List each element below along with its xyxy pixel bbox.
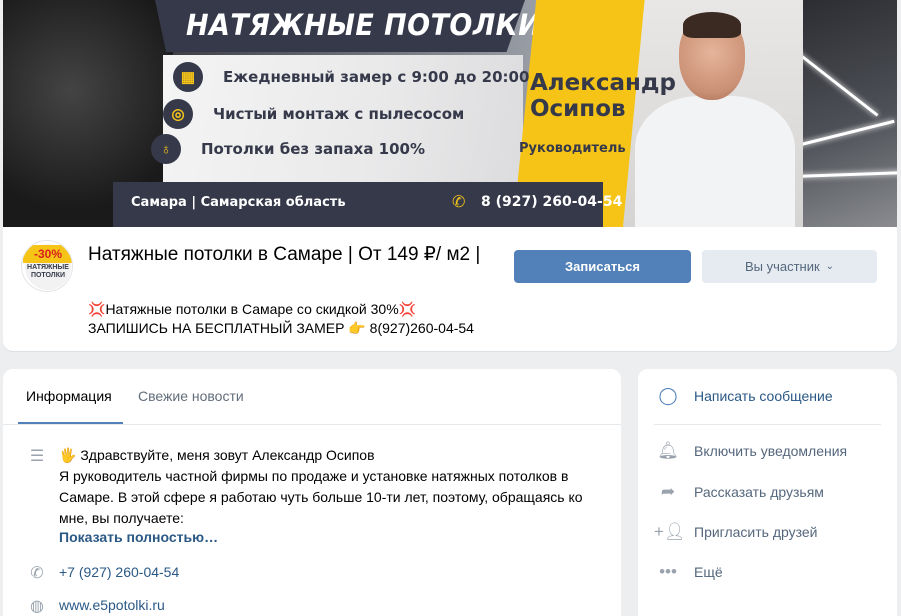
- wave-hand-emoji-icon: 🖐: [59, 447, 77, 463]
- share-with-friends-button[interactable]: ➦ Рассказать друзьям: [638, 475, 897, 509]
- description-text: Я руководитель частной фирмы по продаже …: [59, 468, 583, 526]
- pointing-emoji-icon: 👉: [348, 320, 366, 336]
- active-tab-indicator: [18, 422, 123, 424]
- flask-icon: ♁: [151, 134, 181, 164]
- write-message-button[interactable]: ◯ Написать сообщение: [638, 379, 897, 413]
- website-link[interactable]: www.e5potolki.ru: [59, 597, 165, 613]
- actions-card: ◯ Написать сообщение 🔔︎ Включить уведомл…: [638, 369, 897, 616]
- vacuum-icon: ◎: [163, 99, 193, 129]
- tab-info[interactable]: Информация: [26, 388, 112, 404]
- more-icon: •••: [659, 562, 677, 581]
- show-more-link[interactable]: Показать полностью…: [59, 529, 218, 545]
- more-button[interactable]: ••• Ещё: [638, 555, 897, 589]
- cover-city: Самара | Самарская область: [131, 195, 346, 210]
- info-card: Информация Свежие новости ☰ 🖐 Здравствуй…: [3, 369, 621, 616]
- enable-notifications-button[interactable]: 🔔︎ Включить уведомления: [638, 434, 897, 468]
- member-dropdown-button[interactable]: Вы участник ⌄: [702, 250, 877, 283]
- cover-image: НАТЯЖНЫЕ ПОТОЛКИ ▦ Ежедневный замер с 9:…: [3, 0, 897, 227]
- share-icon: ➦: [660, 482, 676, 501]
- invite-friends-button[interactable]: +👤︎ Пригласить друзей: [638, 515, 897, 549]
- divider: [654, 424, 881, 425]
- community-status-line: ЗАПИШИСЬ НА БЕСПЛАТНЫЙ ЗАМЕР 👉 8(927)260…: [88, 320, 474, 336]
- community-avatar[interactable]: -30% НАТЯЖНЫЕ ПОТОЛКИ: [21, 240, 73, 292]
- bell-icon: 🔔︎: [657, 441, 679, 460]
- cover-feature: ◎ Чистый монтаж с пылесосом: [163, 99, 464, 129]
- phone-icon: ✆: [452, 194, 466, 211]
- subscribe-button[interactable]: Записаться: [514, 250, 691, 283]
- cover-person-role: Руководитель: [519, 141, 626, 156]
- community-header-card: НАТЯЖНЫЕ ПОТОЛКИ ▦ Ежедневный замер с 9:…: [3, 0, 897, 351]
- cover-person-name: Александр Осипов: [530, 70, 676, 122]
- community-title: Натяжные потолки в Самаре | От 149 ₽/ м2…: [88, 244, 481, 265]
- add-user-icon: +👤︎: [654, 522, 686, 541]
- globe-icon: ◍: [30, 598, 44, 615]
- cover-title: НАТЯЖНЫЕ ПОТОЛКИ: [186, 8, 542, 42]
- phone-icon: ✆: [30, 565, 44, 582]
- community-status-line: 💢Натяжные потолки в Самаре со скидкой 30…: [88, 301, 417, 317]
- greeting-text: 🖐 Здравствуйте, меня зовут Александр Оси…: [59, 447, 375, 463]
- cover-feature: ▦ Ежедневный замер с 9:00 до 20:00: [173, 62, 529, 92]
- message-icon: ◯: [658, 386, 678, 405]
- avatar-sale-badge: -30%: [23, 245, 72, 263]
- description-icon: ☰: [29, 448, 45, 465]
- phone-link[interactable]: +7 (927) 260-04-54: [59, 564, 179, 580]
- info-tabs: Информация Свежие новости: [3, 369, 621, 425]
- avatar-brand: НАТЯЖНЫЕ ПОТОЛКИ: [27, 264, 69, 279]
- chevron-down-icon: ⌄: [825, 261, 835, 272]
- tab-news[interactable]: Свежие новости: [138, 388, 244, 404]
- calendar-icon: ▦: [173, 62, 203, 92]
- collision-emoji-icon: 💢: [88, 301, 106, 317]
- collision-emoji-icon: 💢: [398, 301, 417, 317]
- cover-phone: 8 (927) 260-04-54: [481, 194, 623, 210]
- cover-feature: ♁ Потолки без запаха 100%: [151, 134, 425, 164]
